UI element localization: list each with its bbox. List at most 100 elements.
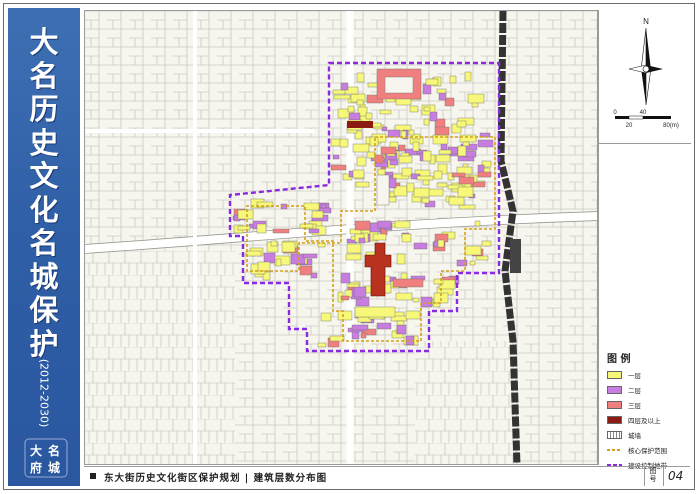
legend-swatch — [607, 431, 622, 439]
legend: 图 例 一层 二层 三层 四层及以上 城墙 核心保护范围 建设控制地带 — [607, 350, 691, 474]
two-storey-building — [376, 322, 392, 330]
one-storey-building — [438, 149, 452, 155]
one-storey-building — [421, 197, 430, 204]
one-storey-building — [339, 138, 349, 148]
title-char: 大 — [29, 25, 59, 59]
title-band: 大 名 历 史 文 化 名 城 保 护 (2012-2030) 大 名 府 城 — [8, 8, 80, 486]
three-storey-building — [272, 228, 290, 234]
courtyard — [384, 76, 414, 94]
one-storey-building — [422, 150, 432, 162]
three-storey-building — [398, 144, 406, 152]
vertical-title: 大 名 历 史 文 化 名 城 保 护 — [8, 25, 80, 361]
legend-swatch — [607, 401, 622, 409]
tall-building — [347, 121, 373, 128]
building-storeys-map[interactable] — [84, 10, 598, 465]
one-storey-building — [395, 292, 413, 301]
one-storey-building — [469, 260, 476, 266]
one-storey-building — [366, 151, 376, 159]
one-storey-building — [275, 258, 282, 267]
two-storey-building — [351, 324, 369, 331]
title-char: 史 — [29, 125, 59, 160]
one-storey-building — [332, 89, 346, 95]
legend-label: 三层 — [628, 402, 641, 410]
title-bar: 东大街历史文化街区保护规划 | 建筑层数分布图 图号 04 — [84, 466, 690, 486]
urban-fabric-sw — [85, 251, 235, 464]
one-storey-building — [329, 335, 345, 342]
one-storey-building — [330, 138, 342, 147]
one-storey-building — [456, 120, 467, 128]
one-storey-building — [474, 220, 481, 227]
one-storey-building — [475, 255, 489, 261]
three-storey-building — [477, 171, 492, 178]
one-storey-building — [436, 182, 448, 188]
two-storey-building — [348, 112, 361, 121]
legend-label: 二层 — [628, 387, 641, 395]
north-arrow-icon — [628, 27, 663, 106]
wall-gate — [510, 239, 521, 273]
one-storey-building — [317, 342, 327, 348]
one-storey-building — [413, 187, 430, 198]
three-storey-building — [451, 172, 466, 178]
map-info-panel: N 0 20 40 80(m) 图 例 一层 二层 三层 四层及以上 城墙 核心… — [598, 10, 691, 470]
two-storey-building — [332, 154, 340, 160]
legend-swatch — [607, 386, 622, 394]
two-storey-building — [340, 272, 351, 284]
two-storey-building — [308, 228, 320, 234]
plan-years: (2012-2030) — [37, 358, 51, 428]
svg-text:0: 0 — [613, 110, 617, 116]
two-storey-building — [396, 324, 407, 335]
one-storey-building — [365, 112, 373, 120]
svg-text:名: 名 — [48, 443, 60, 458]
one-storey-building — [281, 241, 296, 253]
two-storey-building — [422, 83, 432, 95]
two-storey-building — [353, 286, 367, 298]
two-storey-building — [477, 139, 494, 148]
one-storey-building — [458, 204, 476, 210]
one-storey-building — [256, 201, 274, 208]
two-storey-building — [420, 296, 433, 308]
one-storey-building — [425, 78, 439, 86]
one-storey-building — [408, 129, 415, 136]
one-storey-building — [356, 156, 367, 167]
one-storey-building — [256, 223, 267, 234]
one-storey-building — [354, 306, 396, 318]
legend-title: 图 例 — [607, 354, 631, 365]
two-storey-building — [389, 159, 399, 166]
one-storey-building — [311, 210, 324, 219]
north-arrow-box: N 0 20 40 80(m) — [599, 10, 691, 144]
drawing-title: 东大街历史文化街区保护规划 | 建筑层数分布图 — [104, 473, 328, 484]
legend-label: 核心保护范围 — [628, 447, 667, 455]
one-storey-building — [299, 223, 314, 229]
one-storey-building — [346, 243, 362, 254]
one-storey-building — [257, 261, 271, 272]
one-storey-building — [347, 105, 355, 113]
two-storey-building — [302, 253, 318, 259]
scale-bar: 0 20 40 80(m) — [613, 110, 679, 129]
one-storey-building — [481, 240, 492, 247]
one-storey-building — [416, 175, 434, 181]
two-storey-building — [413, 242, 428, 250]
one-storey-building — [320, 312, 332, 322]
legend-swatch — [607, 416, 622, 424]
legend-item-three-storey: 三层 — [607, 399, 691, 413]
drawing-number-label-cell: 图号 — [644, 466, 664, 486]
title-char: 历 — [29, 92, 59, 126]
title-char: 城 — [29, 259, 59, 294]
one-storey-building — [352, 169, 365, 179]
legend-label: 城墙 — [628, 432, 641, 440]
urban-fabric-se — [415, 341, 515, 464]
svg-text:城: 城 — [48, 460, 60, 475]
two-storey-building — [358, 237, 366, 244]
svg-text:80(m): 80(m) — [663, 123, 679, 129]
one-storey-building — [464, 71, 472, 82]
two-storey-building — [377, 220, 392, 229]
one-storey-building — [333, 94, 351, 100]
one-storey-building — [398, 155, 413, 164]
legend-item-city-wall: 城墙 — [607, 429, 691, 443]
two-storey-building — [310, 272, 318, 279]
one-storey-building — [409, 105, 419, 113]
drawing-number-label: 图号 — [649, 467, 657, 483]
one-storey-building — [457, 186, 474, 198]
one-storey-building — [427, 188, 444, 197]
legend-item-core-zone: 核心保护范围 — [607, 444, 691, 458]
